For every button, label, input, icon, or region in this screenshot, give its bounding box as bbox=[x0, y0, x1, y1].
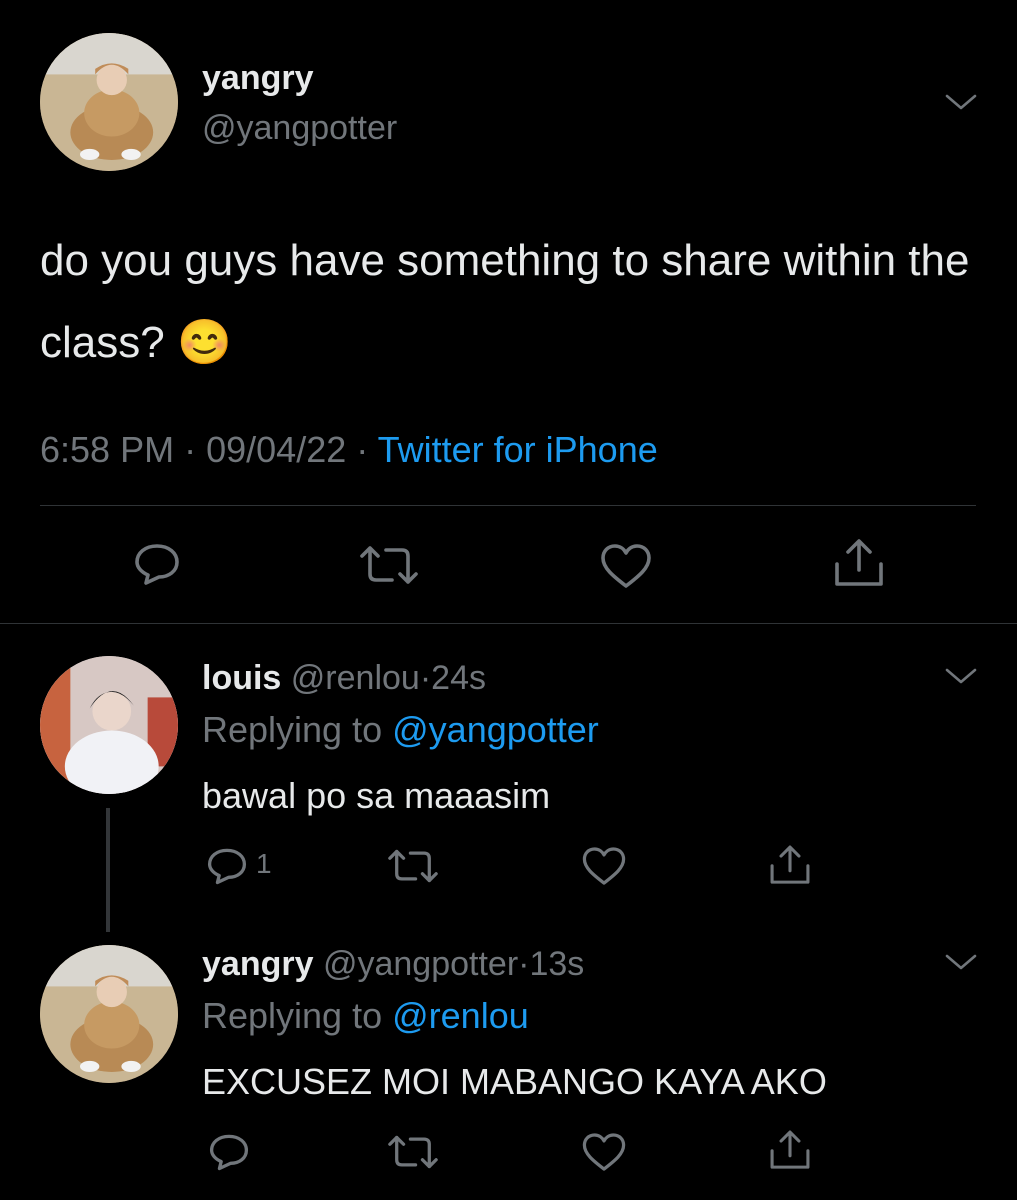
replying-to-label: Replying to bbox=[202, 995, 383, 1036]
share-button[interactable] bbox=[768, 1128, 812, 1172]
like-button[interactable] bbox=[581, 846, 627, 886]
avatar[interactable] bbox=[40, 945, 178, 1083]
share-icon bbox=[770, 845, 810, 884]
chevron-down-icon bbox=[945, 668, 977, 684]
meta-separator: · bbox=[419, 659, 432, 697]
tweet-time: 6:58 PM bbox=[40, 429, 175, 470]
retweet-icon bbox=[360, 546, 418, 584]
reply-button[interactable] bbox=[207, 1132, 251, 1172]
more-options-button[interactable] bbox=[944, 92, 978, 112]
tweet-age: 24s bbox=[431, 659, 486, 697]
reply-header: louis @renlou·24s bbox=[202, 658, 486, 698]
thread-line bbox=[106, 808, 110, 932]
handle[interactable]: @renlou bbox=[291, 659, 420, 697]
display-name[interactable]: yangry bbox=[202, 58, 314, 98]
share-icon bbox=[770, 1130, 810, 1169]
divider bbox=[40, 505, 976, 506]
smiling-face-emoji: 😊 bbox=[176, 318, 232, 367]
tweet-text: do you guys have something to share with… bbox=[40, 220, 980, 384]
divider bbox=[0, 623, 1017, 624]
tweet-source-link[interactable]: Twitter for iPhone bbox=[378, 429, 658, 470]
meta-separator: · bbox=[356, 429, 369, 470]
more-options-button[interactable] bbox=[944, 952, 978, 972]
like-button[interactable] bbox=[581, 1132, 627, 1172]
retweet-icon bbox=[388, 849, 438, 883]
reply-icon bbox=[209, 1134, 249, 1171]
display-name[interactable]: yangry bbox=[202, 945, 314, 983]
share-button[interactable] bbox=[768, 843, 812, 887]
avatar[interactable] bbox=[40, 656, 178, 794]
reply-button[interactable] bbox=[205, 846, 249, 886]
mention-link[interactable]: @yangpotter bbox=[392, 709, 599, 750]
tweet-meta: 6:58 PM · 09/04/22 · Twitter for iPhone bbox=[40, 428, 658, 472]
reply-count: 1 bbox=[256, 848, 272, 879]
reply-icon bbox=[135, 544, 179, 585]
chevron-down-icon bbox=[945, 94, 977, 110]
like-icon bbox=[601, 544, 651, 588]
like-icon bbox=[582, 847, 626, 885]
display-name[interactable]: louis bbox=[202, 659, 281, 697]
tweet-body: bawal po sa maaasim bbox=[202, 775, 551, 816]
like-button[interactable] bbox=[599, 543, 653, 589]
retweet-button[interactable] bbox=[386, 848, 440, 884]
handle[interactable]: @yangpotter bbox=[202, 108, 397, 148]
avatar[interactable] bbox=[40, 33, 178, 171]
meta-separator: · bbox=[184, 429, 197, 470]
share-button[interactable] bbox=[832, 538, 886, 588]
handle[interactable]: @yangpotter bbox=[323, 945, 518, 983]
like-icon bbox=[582, 1133, 626, 1171]
retweet-button[interactable] bbox=[358, 544, 420, 586]
tweet-body: EXCUSEZ MOI MABANGO KAYA AKO bbox=[202, 1061, 827, 1102]
replying-to-label: Replying to bbox=[202, 709, 383, 750]
meta-separator: · bbox=[518, 945, 530, 983]
reply-icon bbox=[207, 848, 247, 885]
tweet-age: 13s bbox=[529, 945, 585, 983]
replying-to: Replying to @renlou bbox=[202, 994, 529, 1038]
chevron-down-icon bbox=[945, 954, 977, 970]
retweet-button[interactable] bbox=[386, 1134, 440, 1170]
retweet-icon bbox=[388, 1135, 438, 1169]
reply-header: yangry @yangpotter·13s bbox=[202, 944, 584, 984]
reply-button[interactable] bbox=[132, 541, 182, 587]
mention-link[interactable]: @renlou bbox=[392, 995, 529, 1036]
share-icon bbox=[835, 539, 883, 586]
more-options-button[interactable] bbox=[944, 666, 978, 686]
tweet-date: 09/04/22 bbox=[206, 429, 347, 470]
replying-to: Replying to @yangpotter bbox=[202, 708, 599, 752]
